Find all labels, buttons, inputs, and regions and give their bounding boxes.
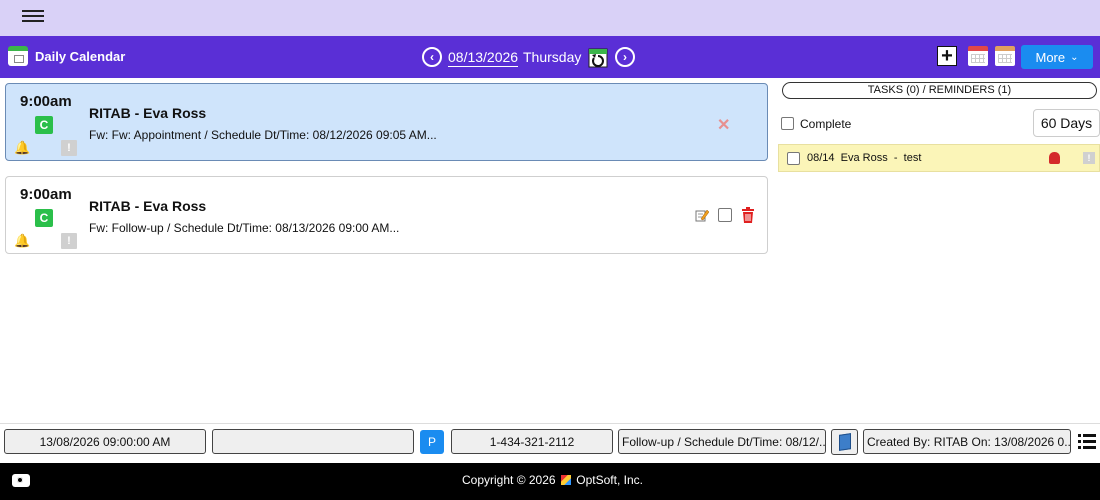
appointment-card[interactable]: 9:00am C 🔔 ! RITAB - Eva Ross Fw: Follow… [5, 176, 768, 254]
reminder-text: 08/14 Eva Ross - test [807, 152, 921, 164]
info-icon[interactable]: ! [1083, 152, 1095, 164]
created-by-field: Created By: RITAB On: 13/08/2026 0... [863, 429, 1071, 454]
camera-icon[interactable] [12, 474, 30, 487]
copyright-text: Copyright © 2026 [462, 473, 556, 487]
more-button[interactable]: More ⌄ [1021, 45, 1093, 69]
bell-icon[interactable]: 🔔 [14, 140, 30, 156]
today-refresh-icon[interactable] [588, 46, 608, 68]
close-icon[interactable]: ✕ [717, 115, 730, 135]
list-icon[interactable] [1078, 433, 1096, 449]
status-badge: C [35, 209, 53, 227]
alarm-bell-icon[interactable] [1049, 152, 1060, 164]
status-bar: 13/08/2026 09:00:00 AM P 1-434-321-2112 … [0, 423, 1100, 463]
next-day-button[interactable]: › [615, 47, 635, 67]
calendar-icon [8, 46, 28, 66]
complete-filter-checkbox[interactable] [781, 117, 794, 130]
phone-field[interactable]: 1-434-321-2112 [451, 429, 613, 454]
more-label: More [1035, 49, 1066, 65]
book-icon[interactable] [831, 429, 858, 455]
blank-field [212, 429, 414, 454]
days-range-button[interactable]: 60 Days [1033, 109, 1100, 137]
appointment-description: Fw: Follow-up / Schedule Dt/Time: 08/13/… [89, 221, 400, 235]
prev-day-button[interactable]: ‹ [422, 47, 442, 67]
complete-checkbox[interactable] [718, 208, 732, 222]
trash-icon[interactable] [741, 207, 755, 223]
appointment-card[interactable]: 9:00am C 🔔 ! RITAB - Eva Ross Fw: Fw: Ap… [5, 83, 768, 161]
tasks-reminders-header[interactable]: TASKS (0) / REMINDERS (1) [782, 82, 1097, 99]
day-label: Thursday [523, 49, 582, 65]
reminder-separator: - [893, 152, 898, 164]
info-icon[interactable]: ! [61, 140, 77, 156]
footer: Copyright © 2026 OptSoft, Inc. [0, 463, 1100, 500]
p-button[interactable]: P [420, 430, 444, 454]
datetime-field: 13/08/2026 09:00:00 AM [4, 429, 206, 454]
copyright: Copyright © 2026 OptSoft, Inc. [462, 473, 643, 487]
reminder-note: test [903, 152, 922, 164]
reminder-row[interactable]: 08/14 Eva Ross - test ! [778, 144, 1100, 172]
appointment-title: RITAB - Eva Ross [89, 105, 207, 121]
edit-icon[interactable] [695, 208, 709, 222]
appointment-time: 9:00am [20, 186, 72, 203]
company-name: OptSoft, Inc. [576, 473, 643, 487]
appointment-time: 9:00am [20, 93, 72, 110]
subject-field: Follow-up / Schedule Dt/Time: 08/12/... [618, 429, 826, 454]
calendar-navbar: Daily Calendar ‹ 08/13/2026 Thursday › +… [0, 36, 1100, 78]
month-view-icon[interactable] [995, 46, 1015, 66]
appointment-title: RITAB - Eva Ross [89, 198, 207, 214]
appointment-description: Fw: Fw: Appointment / Schedule Dt/Time: … [89, 128, 437, 142]
status-badge: C [35, 116, 53, 134]
date-picker[interactable]: 08/13/2026 [448, 49, 519, 67]
page-title: Daily Calendar [35, 49, 126, 64]
bell-icon[interactable]: 🔔 [14, 233, 30, 249]
complete-filter-label: Complete [800, 117, 852, 131]
info-icon[interactable]: ! [61, 233, 77, 249]
chevron-down-icon: ⌄ [1070, 51, 1079, 63]
top-bar [0, 0, 1100, 36]
week-view-icon[interactable] [968, 46, 988, 66]
reminder-checkbox[interactable] [787, 152, 800, 165]
add-appointment-icon[interactable]: + [937, 46, 957, 66]
reminder-name: Eva Ross [840, 152, 888, 164]
reminder-date: 08/14 [807, 152, 835, 164]
hamburger-icon[interactable] [22, 10, 44, 26]
company-logo-icon [560, 475, 571, 485]
